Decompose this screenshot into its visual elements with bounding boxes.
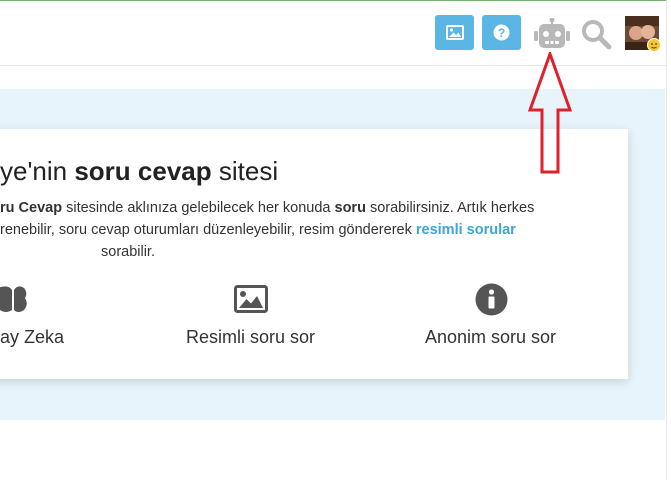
hero-title: ye'nin soru cevap sitesi (0, 156, 279, 186)
feature-label-ai[interactable]: ay Zeka (0, 326, 64, 348)
image-questions-link[interactable]: resimli sorular (416, 222, 516, 238)
search-icon[interactable] (580, 18, 612, 50)
robot-icon[interactable] (533, 18, 571, 50)
description-line-1: ru Cevap sitesinde aklınıza gelebilecek … (0, 200, 535, 216)
right-edge (666, 0, 671, 480)
description-line-2: renebilir, soru cevap oturumları düzenle… (0, 222, 516, 238)
page: ? ye'nin soru cevap sitesi ru Cevap site… (0, 0, 671, 480)
red-arrow-up-icon (528, 52, 572, 174)
info-circle-icon[interactable] (475, 283, 508, 316)
feature-label-anonymous-question[interactable]: Anonim soru sor (425, 326, 556, 348)
image-upload-button[interactable] (435, 15, 474, 50)
help-button[interactable]: ? (482, 15, 521, 50)
svg-text:?: ? (498, 26, 505, 40)
image-icon[interactable] (234, 285, 268, 313)
user-avatar[interactable] (625, 16, 661, 52)
description-line-3: sorabilir. (101, 244, 155, 260)
question-circle-icon: ? (493, 24, 510, 41)
feature-label-image-question[interactable]: Resimli soru sor (186, 326, 315, 348)
image-icon (445, 25, 464, 40)
brain-icon[interactable] (0, 284, 28, 314)
